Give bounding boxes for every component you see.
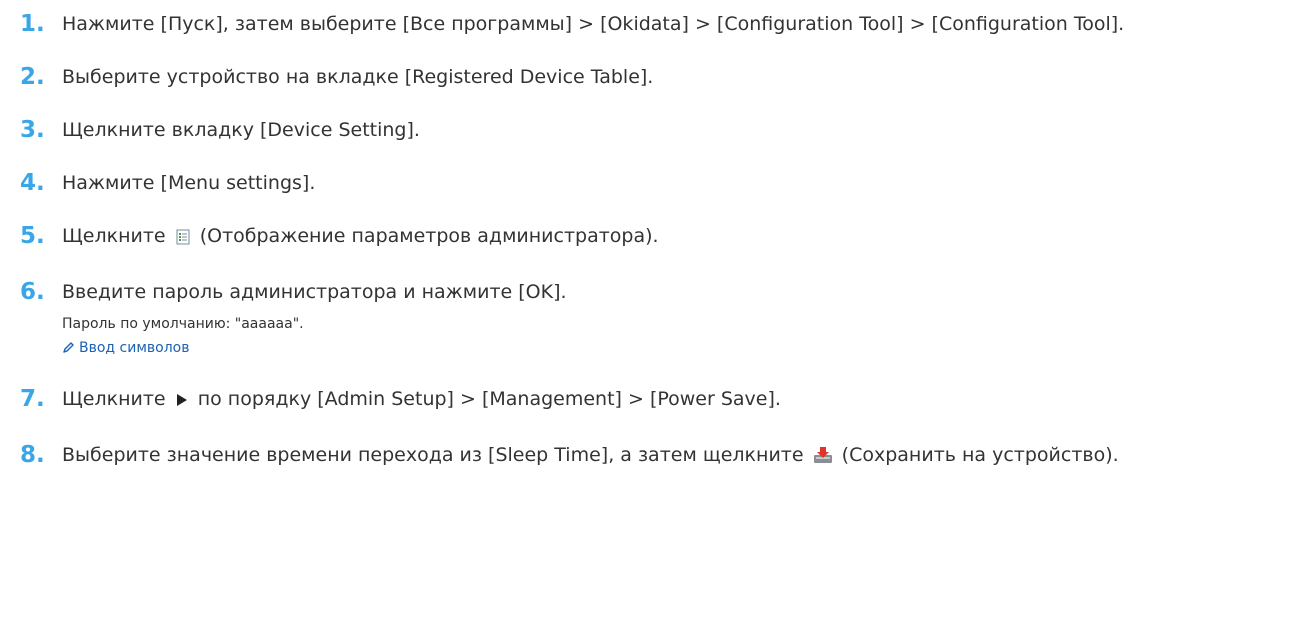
step-number: 8 <box>20 439 45 471</box>
step-3: 3 Щелкните вкладку [Device Setting]. <box>20 114 1290 146</box>
step-number: 7 <box>20 383 45 415</box>
save-to-device-icon <box>813 442 833 474</box>
instruction-steps: 1 Нажмите [Пуск], затем выберите [Все пр… <box>20 8 1290 474</box>
step-number: 6 <box>20 276 45 308</box>
step-text-after-icon: (Сохранить на устройство). <box>841 444 1119 466</box>
step-5: 5 Щелкните (Отображение параметров админ… <box>20 220 1290 255</box>
step-number: 4 <box>20 167 45 199</box>
step-6: 6 Введите пароль администратора и нажмит… <box>20 276 1290 361</box>
admin-settings-icon <box>175 223 191 255</box>
link-character-input[interactable]: Ввод символов <box>62 337 1290 361</box>
step-text-after-icon: по порядку [Admin Setup] > [Management] … <box>197 388 781 410</box>
step-8: 8 Выберите значение времени перехода из … <box>20 439 1290 474</box>
step-number: 5 <box>20 220 45 252</box>
step-4: 4 Нажмите [Menu settings]. <box>20 167 1290 199</box>
step-text-before-icon: Выберите значение времени перехода из [S… <box>62 444 804 466</box>
step-text: Введите пароль администратора и нажмите … <box>62 281 567 303</box>
step-number: 3 <box>20 114 45 146</box>
step-7: 7 Щелкните по порядку [Admin Setup] > [M… <box>20 383 1290 418</box>
default-password-note: Пароль по умолчанию: "aaaaaa". <box>62 316 304 332</box>
step-text-after-icon: (Отображение параметров администратора). <box>199 225 659 247</box>
triangle-right-icon <box>175 386 189 418</box>
step-text-before-icon: Щелкните <box>62 225 166 247</box>
pencil-link-icon <box>62 339 75 361</box>
step-text: Нажмите [Menu settings]. <box>62 172 316 194</box>
step-number: 1 <box>20 8 45 40</box>
step-number: 2 <box>20 61 45 93</box>
step-text: Выберите устройство на вкладке [Register… <box>62 66 654 88</box>
step-2: 2 Выберите устройство на вкладке [Regist… <box>20 61 1290 93</box>
step-text-before-icon: Щелкните <box>62 388 166 410</box>
step-text: Щелкните вкладку [Device Setting]. <box>62 119 420 141</box>
link-label: Ввод символов <box>79 340 190 356</box>
step-1: 1 Нажмите [Пуск], затем выберите [Все пр… <box>20 8 1290 40</box>
step-text: Нажмите [Пуск], затем выберите [Все прог… <box>62 13 1125 35</box>
